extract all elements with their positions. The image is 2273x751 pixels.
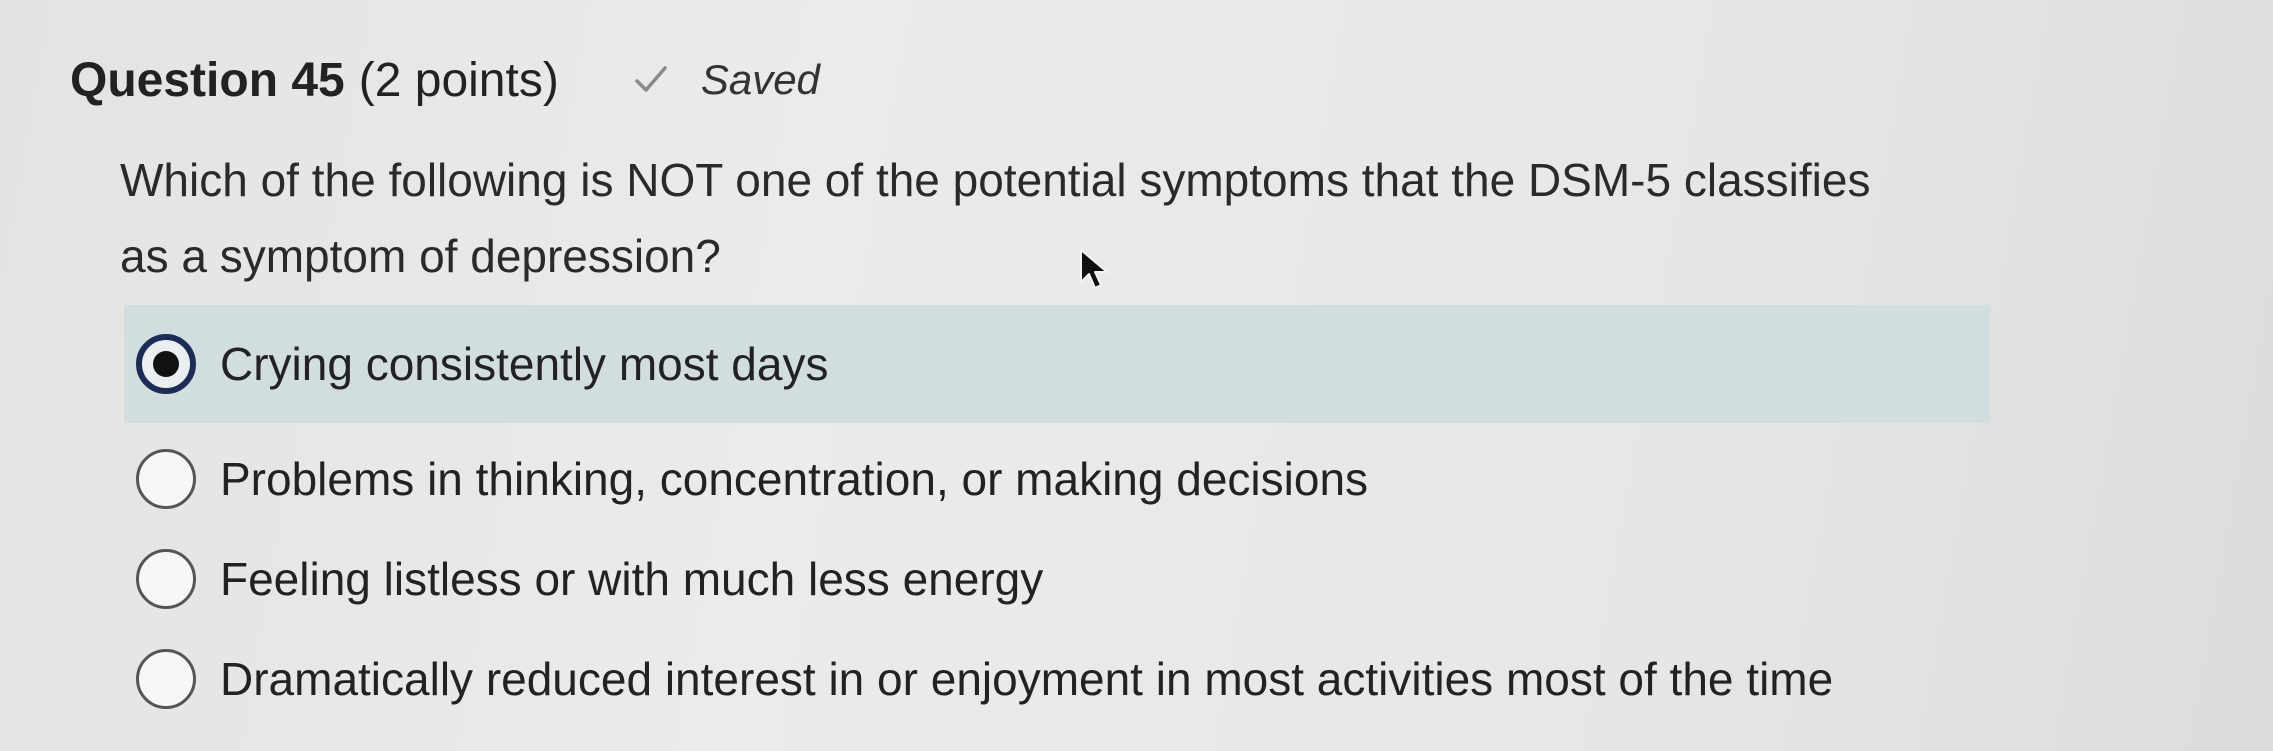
question-title: Question 45 bbox=[70, 53, 345, 107]
answer-options: Crying consistently most days Problems i… bbox=[124, 305, 1990, 729]
answer-option-3[interactable]: Feeling listless or with much less energ… bbox=[124, 529, 1990, 629]
answer-option-2[interactable]: Problems in thinking, concentration, or … bbox=[124, 429, 1990, 529]
mouse-cursor-icon bbox=[1080, 249, 1108, 289]
answer-option-1[interactable]: Crying consistently most days bbox=[124, 305, 1990, 423]
checkmark-icon bbox=[635, 66, 667, 92]
question-header: Question 45 (2 points) Saved bbox=[70, 40, 820, 120]
question-prompt: Which of the following is NOT one of the… bbox=[120, 154, 1871, 282]
radio-button[interactable] bbox=[136, 649, 196, 709]
answer-option-4[interactable]: Dramatically reduced interest in or enjo… bbox=[124, 629, 1990, 729]
saved-status: Saved bbox=[631, 56, 820, 104]
radio-button[interactable] bbox=[136, 449, 196, 509]
answer-label[interactable]: Crying consistently most days bbox=[220, 337, 828, 391]
radio-dot bbox=[153, 351, 179, 377]
question-points: (2 points) bbox=[358, 53, 559, 107]
radio-button[interactable] bbox=[136, 549, 196, 609]
answer-label[interactable]: Problems in thinking, concentration, or … bbox=[220, 452, 1368, 506]
answer-label[interactable]: Dramatically reduced interest in or enjo… bbox=[220, 652, 1833, 706]
radio-button-selected[interactable] bbox=[136, 334, 196, 394]
saved-label: Saved bbox=[700, 56, 820, 103]
answer-label[interactable]: Feeling listless or with much less energ… bbox=[220, 552, 1043, 606]
